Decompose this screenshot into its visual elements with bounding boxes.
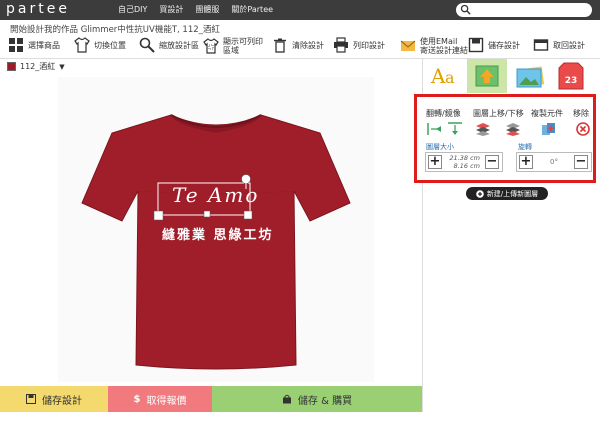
rotation-stepper: 0° + − <box>516 152 592 172</box>
main-nav: 自己DIY 買設計 團體服 關於Partee <box>118 4 273 15</box>
layer-size-stepper: + 21.38 cm 8.16 cm − <box>425 152 503 172</box>
new-layer-label: 新建/上傳新圖層 <box>486 189 539 198</box>
envelope-icon <box>400 40 416 51</box>
layer-up-icon[interactable] <box>475 122 491 136</box>
shirt-color-select[interactable]: 112_酒紅 ▼ <box>7 61 65 72</box>
design-handwriting-text[interactable]: Te Amo <box>172 183 259 207</box>
save-design-button[interactable]: 儲存設計 <box>0 386 108 412</box>
resize-handle-bottom-left[interactable] <box>153 210 164 221</box>
jersey-23-icon: 23 <box>558 62 584 90</box>
top-nav-bar: partee 自己DIY 買設計 團體服 關於Partee <box>0 0 600 20</box>
flip-vertical-icon[interactable] <box>447 122 463 136</box>
tab-gallery[interactable] <box>509 59 549 93</box>
nav-about[interactable]: 關於Partee <box>231 4 273 15</box>
resize-handle-bottom-right[interactable] <box>243 210 253 220</box>
show-print-area-button[interactable]: 顯示可列印區域 <box>203 37 265 55</box>
print-design-button[interactable]: 列印設計 <box>333 37 385 53</box>
design-caption-text[interactable]: 縫雅業 思綠工坊 <box>162 224 274 243</box>
email-design-link-button[interactable]: 使用EMail 寄送設計連結 <box>400 37 468 55</box>
folder-open-icon <box>533 39 549 51</box>
tool-tabs: A a 23 <box>423 59 600 93</box>
retrieve-design-label: 取回設計 <box>553 40 585 50</box>
layer-order-label: 圖層上移/下移 <box>473 109 524 118</box>
save-design-label: 儲存設計 <box>42 395 82 407</box>
show-print-area-label: 顯示可列印區域 <box>223 37 263 55</box>
select-product-button[interactable]: 選擇商品 <box>8 37 60 53</box>
tab-text[interactable]: A a <box>425 59 465 93</box>
zoom-design-label: 縮放設計區 <box>159 40 199 50</box>
shopping-bag-icon <box>282 394 291 404</box>
tab-upload-image[interactable] <box>467 59 507 93</box>
size-label: 圖層大小 <box>426 143 454 151</box>
print-design-label: 列印設計 <box>353 40 385 50</box>
trash-icon <box>274 38 286 53</box>
new-layer-button[interactable]: 新建/上傳新圖層 <box>466 187 548 200</box>
size-height-value: 8.16 cm <box>453 162 480 170</box>
switch-position-button[interactable]: 切換位置 <box>74 37 126 53</box>
switch-position-label: 切換位置 <box>94 40 126 50</box>
plus-circle-icon <box>476 189 484 198</box>
layer-tools-panel: 翻轉/鏡像 圖層上移/下移 複製元件 移除 圖層大小 旋轉 + 21.38 cm <box>414 94 596 183</box>
rotate-increase-button[interactable]: + <box>519 155 533 169</box>
upload-image-icon <box>475 65 499 87</box>
retrieve-design-button[interactable]: 取回設計 <box>533 37 585 53</box>
flip-horizontal-icon[interactable] <box>427 122 443 136</box>
floppy-disk-icon <box>26 394 36 404</box>
select-product-label: 選擇商品 <box>28 40 60 50</box>
zoom-design-button[interactable]: 縮放設計區 <box>139 37 199 53</box>
flip-label: 翻轉/鏡像 <box>426 109 461 118</box>
search-icon[interactable] <box>460 4 471 15</box>
save-and-buy-label: 儲存 & 購買 <box>297 395 353 407</box>
text-aa-icon: A a <box>430 64 455 88</box>
search-box <box>456 3 592 17</box>
footer-strip <box>0 412 600 422</box>
product-grid-icon <box>9 38 23 52</box>
search-input[interactable] <box>473 4 585 16</box>
nav-diy[interactable]: 自己DIY <box>118 4 147 15</box>
layer-down-icon[interactable] <box>505 122 521 136</box>
save-design-toolbar-label: 儲存設計 <box>488 40 520 50</box>
remove-label: 移除 <box>573 109 589 118</box>
floppy-disk-icon <box>468 37 484 53</box>
printer-icon <box>334 37 348 53</box>
email-label-line2: 寄送設計連結 <box>420 46 468 55</box>
size-width-value: 21.38 cm <box>449 154 480 162</box>
rotate-label: 旋轉 <box>518 143 532 151</box>
size-increase-button[interactable]: + <box>428 155 442 169</box>
svg-text:A: A <box>430 64 446 88</box>
rotate-decrease-button[interactable]: − <box>574 155 588 169</box>
toolbar: 選擇商品 切換位置 縮放設計區 顯示可列印區域 清除設計 列印設計 使用EMai… <box>0 34 600 59</box>
gallery-images-icon <box>516 66 545 88</box>
save-and-buy-button[interactable]: 儲存 & 購買 <box>212 386 422 412</box>
svg-text:23: 23 <box>565 76 578 86</box>
svg-text:a: a <box>445 68 455 87</box>
zoom-icon <box>139 37 155 53</box>
nav-buy-design[interactable]: 買設計 <box>159 4 183 15</box>
tshirt-icon <box>74 37 90 53</box>
clear-design-label: 清除設計 <box>292 40 324 50</box>
size-decrease-button[interactable]: − <box>485 155 499 169</box>
color-swatch <box>7 62 16 71</box>
get-quote-button[interactable]: $ 取得報價 <box>108 386 212 412</box>
save-design-toolbar-button[interactable]: 儲存設計 <box>468 37 520 53</box>
clear-design-button[interactable]: 清除設計 <box>272 37 324 53</box>
design-canvas[interactable]: Te Amo 縫雅業 思綠工坊 <box>58 77 374 382</box>
partee-logo[interactable]: partee <box>6 1 70 17</box>
print-area-tshirt-icon <box>203 38 219 54</box>
resize-handle-bottom[interactable] <box>203 210 211 218</box>
get-quote-label: 取得報價 <box>146 395 187 407</box>
tab-jersey-number[interactable]: 23 <box>551 59 591 93</box>
remove-icon[interactable] <box>575 122 591 136</box>
chevron-down-icon: ▼ <box>59 62 65 71</box>
nav-group-wear[interactable]: 團體服 <box>195 4 219 15</box>
dollar-icon: $ <box>133 393 141 405</box>
duplicate-icon[interactable] <box>541 122 557 136</box>
color-select-label: 112_酒紅 <box>20 62 56 71</box>
email-label-line1: 使用EMail <box>420 37 458 46</box>
duplicate-label: 複製元件 <box>531 109 563 118</box>
